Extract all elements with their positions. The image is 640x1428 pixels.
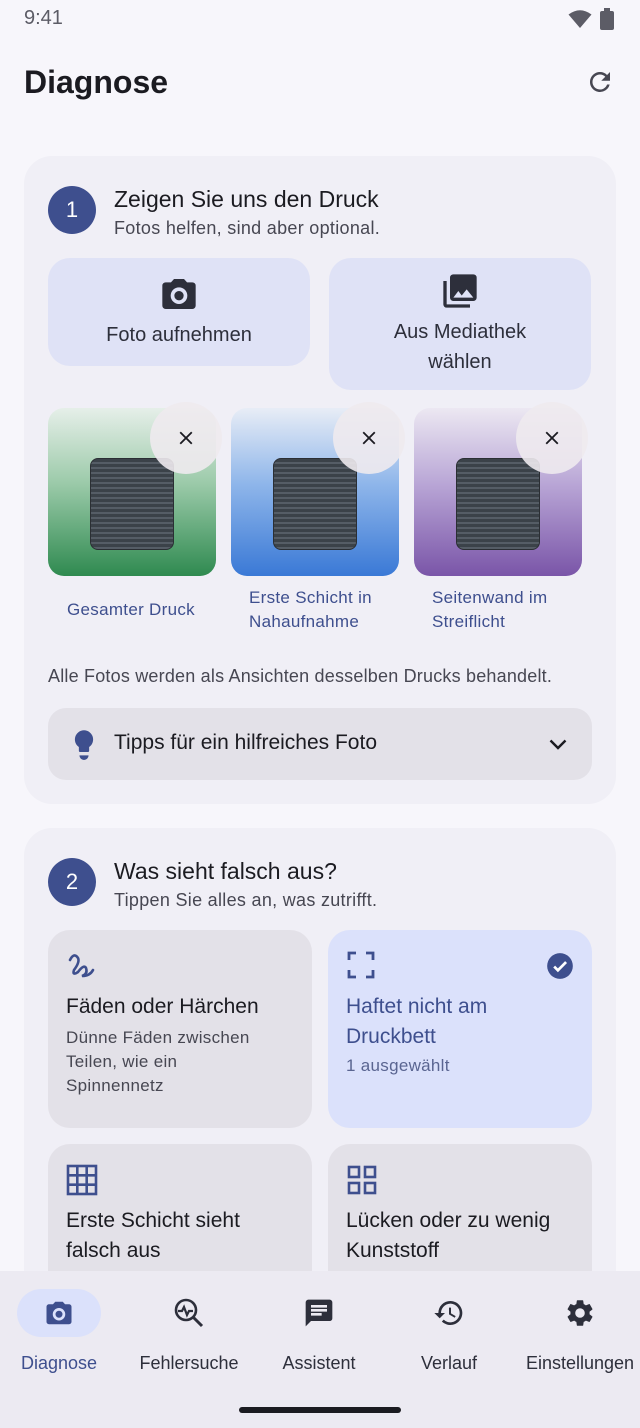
print-preview: [90, 458, 174, 550]
photo-caption: Gesamter Druck: [67, 598, 195, 622]
photo-caption-line: Erste Schicht in: [249, 588, 372, 607]
issue-title-line: Druckbett: [346, 1025, 436, 1048]
issue-description-line: Spinnennetz: [66, 1076, 164, 1095]
troubleshoot-icon: [174, 1298, 204, 1328]
bottom-navigation: Diagnose Fehlersuche Assistent Verlauf E…: [0, 1271, 640, 1428]
issue-description-line: Dünne Fäden zwischen: [66, 1028, 250, 1047]
issue-option-bed-adhesion[interactable]: Haftet nicht am Druckbett 1 ausgewählt: [328, 930, 592, 1128]
issue-title-line: Kunststoff: [346, 1239, 440, 1262]
close-icon: [179, 431, 193, 445]
photo-caption: Seitenwand im Streiflicht: [432, 586, 547, 634]
take-photo-label: Foto aufnehmen: [106, 324, 252, 346]
step-number: 1: [48, 186, 96, 234]
issue-title-line: falsch aus: [66, 1239, 161, 1262]
nav-label: Einstellungen: [525, 1353, 635, 1373]
library-label-line1: Aus Mediathek: [393, 321, 527, 343]
photo-caption-line: Gesamter Druck: [67, 600, 195, 619]
issue-title: Haftet nicht am Druckbett: [346, 992, 578, 1052]
step-subtitle: Fotos helfen, sind aber optional.: [114, 218, 381, 238]
camera-icon: [46, 1301, 72, 1325]
settings-icon: [567, 1300, 593, 1326]
status-time: 9:41: [24, 7, 63, 29]
close-icon: [362, 431, 376, 445]
step-symptoms-card: 2 Was sieht falsch aus? Tippen Sie alles…: [24, 828, 616, 1271]
nav-label: Diagnose: [20, 1353, 98, 1373]
nav-item-settings[interactable]: Einstellungen: [516, 1289, 640, 1374]
nav-item-troubleshoot[interactable]: Fehlersuche: [125, 1289, 253, 1374]
nav-label: Assistent: [282, 1353, 356, 1373]
nav-item-history[interactable]: Verlauf: [385, 1289, 513, 1374]
photo-caption-line: Seitenwand im: [432, 588, 548, 607]
photo-caption-line: Streiflicht: [432, 612, 506, 631]
issue-title-line: Haftet nicht am: [346, 995, 488, 1018]
tips-label: Tipps für ein hilfreiches Foto: [114, 731, 378, 754]
step-subtitle: Tippen Sie alles an, was zutrifft.: [114, 890, 378, 910]
nav-item-diagnose[interactable]: Diagnose: [0, 1289, 123, 1374]
status-bar: 9:41: [0, 0, 640, 36]
nav-indicator: [17, 1289, 101, 1337]
issue-description: Dünne Fäden zwischen Teilen, wie ein Spi…: [66, 1026, 298, 1098]
issue-title-line: Erste Schicht sieht: [66, 1209, 240, 1232]
step-photos-card: 1 Zeigen Sie uns den Druck Fotos helfen,…: [24, 156, 616, 804]
nav-indicator: [538, 1289, 622, 1337]
take-photo-button[interactable]: Foto aufnehmen: [48, 258, 310, 366]
issue-option-first-layer[interactable]: Erste Schicht sieht falsch aus: [48, 1144, 312, 1271]
content-scroll[interactable]: 1 Zeigen Sie uns den Druck Fotos helfen,…: [0, 130, 640, 1271]
nav-indicator: [147, 1289, 231, 1337]
photo-library-icon: [443, 274, 477, 308]
status-icons: [568, 8, 614, 30]
chevron-down-icon: [549, 739, 567, 750]
photo-caption-line: Nahaufnahme: [249, 612, 360, 631]
issue-selected-count: 1 ausgewählt: [346, 1056, 450, 1075]
refresh-icon: [589, 71, 610, 92]
issue-option-stringing[interactable]: Fäden oder Härchen Dünne Fäden zwischen …: [48, 930, 312, 1128]
photo-tips-expander[interactable]: Tipps für ein hilfreiches Foto: [48, 708, 592, 780]
step-title: Zeigen Sie uns den Druck: [114, 186, 379, 212]
remove-photo-button[interactable]: [333, 402, 405, 474]
frame-corners-icon: [347, 951, 375, 979]
choose-from-library-button[interactable]: Aus Mediathek wählen: [329, 258, 591, 390]
issue-title: Lücken oder zu wenig Kunststoff: [346, 1206, 578, 1266]
chat-icon: [305, 1299, 333, 1327]
history-icon: [434, 1301, 463, 1325]
print-preview: [273, 458, 357, 550]
step-title: Was sieht falsch aus?: [114, 858, 337, 884]
stringing-icon: [68, 954, 95, 978]
library-label-line2: wählen: [428, 351, 492, 373]
check-circle-icon: [547, 953, 573, 979]
remove-photo-button[interactable]: [516, 402, 588, 474]
photo-caption: Erste Schicht in Nahaufnahme: [249, 586, 372, 634]
photos-note: Alle Fotos werden als Ansichten desselbe…: [48, 666, 553, 686]
camera-icon: [162, 279, 196, 309]
nav-label: Verlauf: [420, 1353, 478, 1373]
issue-title-line: Lücken oder zu wenig: [346, 1209, 551, 1232]
lightbulb-icon: [74, 730, 94, 760]
print-preview: [456, 458, 540, 550]
nav-label: Fehlersuche: [139, 1353, 239, 1373]
issue-description-line: Teilen, wie ein: [66, 1052, 178, 1071]
close-icon: [545, 431, 559, 445]
grid-icon: [66, 1164, 98, 1196]
issue-option-under-extrusion[interactable]: Lücken oder zu wenig Kunststoff: [328, 1144, 592, 1271]
nav-indicator: [407, 1289, 491, 1337]
nav-indicator: [277, 1289, 361, 1337]
app-bar: Diagnose: [0, 56, 640, 112]
grid-view-icon: [347, 1165, 377, 1195]
issue-title: Fäden oder Härchen: [66, 995, 259, 1018]
nav-item-assistant[interactable]: Assistent: [255, 1289, 383, 1374]
wifi-icon: [568, 10, 592, 28]
step-number: 2: [48, 858, 96, 906]
page-title: Diagnose: [24, 64, 169, 100]
gesture-handle[interactable]: [239, 1407, 401, 1413]
issue-title: Erste Schicht sieht falsch aus: [66, 1206, 298, 1266]
remove-photo-button[interactable]: [150, 402, 222, 474]
battery-icon: [600, 8, 614, 30]
refresh-button[interactable]: [582, 64, 618, 100]
